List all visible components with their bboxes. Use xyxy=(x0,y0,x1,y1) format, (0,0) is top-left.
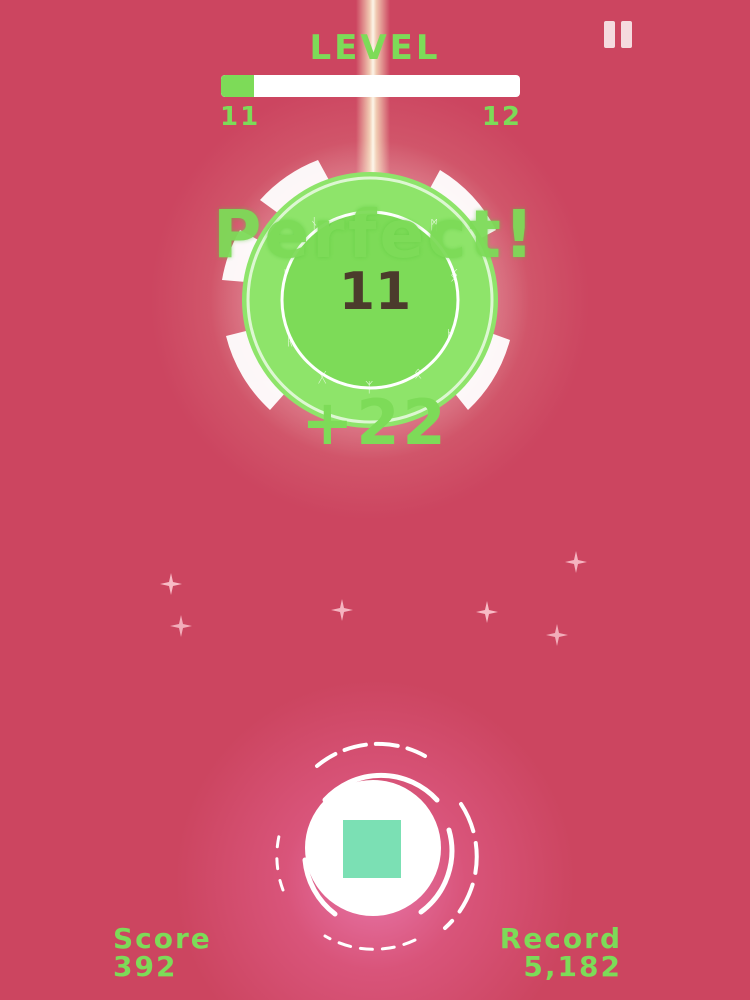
svg-text:ᚷ: ᚷ xyxy=(318,370,327,386)
game-stage[interactable]: LEVEL 11 12 ᚠ ᚱ ᚷ ᛉ ᛟ ᚦ ᛝ ᛗ ᚾ Perfect! 1… xyxy=(0,0,750,1000)
player-square xyxy=(343,820,401,878)
sparkle-icon xyxy=(565,551,587,573)
level-progress-fill xyxy=(221,75,254,97)
pause-button[interactable] xyxy=(600,18,638,52)
score-value: 392 xyxy=(113,950,178,983)
sparkle-icon xyxy=(160,573,182,595)
level-progress-bar xyxy=(221,75,520,97)
level-current: 11 xyxy=(220,102,261,132)
svg-text:ᚦ: ᚦ xyxy=(446,328,454,344)
sparkle-icon xyxy=(331,599,353,621)
points-gain: +22 xyxy=(301,386,449,459)
player-orb[interactable] xyxy=(265,740,485,960)
svg-text:ᛟ: ᛟ xyxy=(414,366,422,382)
sparkle-icon xyxy=(546,624,568,646)
svg-text:ᚱ: ᚱ xyxy=(286,333,294,349)
sparkle-icon xyxy=(170,615,192,637)
level-next: 12 xyxy=(481,102,522,132)
target-number: 11 xyxy=(338,262,412,322)
record-value: 5,182 xyxy=(523,950,622,983)
sparkle-icon xyxy=(476,601,498,623)
